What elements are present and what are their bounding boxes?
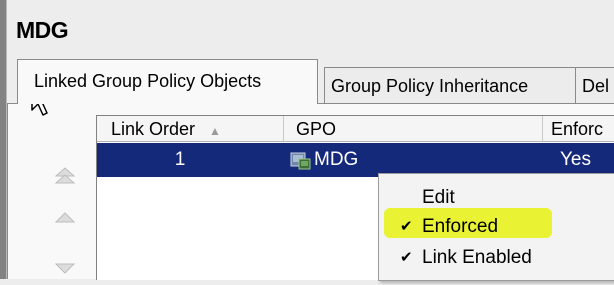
tab-label: Linked Group Policy Objects	[34, 71, 262, 91]
column-header-label: Enforc	[551, 119, 604, 139]
cell-link-order: 1	[174, 149, 186, 170]
menu-item-edit[interactable]: Edit	[422, 183, 455, 213]
column-header-enforced[interactable]: Enforc	[543, 116, 614, 142]
tab-group-policy-inheritance[interactable]: Group Policy Inheritance	[324, 67, 576, 103]
check-icon: ✔	[400, 218, 413, 235]
left-border-strip	[0, 0, 7, 279]
check-icon: ✔	[400, 249, 413, 266]
page-title: MDG	[16, 17, 69, 43]
sort-ascending-icon: ▲	[209, 124, 221, 138]
tab-delegation[interactable]: Del	[575, 67, 614, 103]
move-down-icon	[54, 263, 76, 274]
tab-label: Group Policy Inheritance	[331, 76, 529, 96]
cell-gpo-name: MDG	[314, 149, 359, 170]
menu-item-label: Link Enabled	[422, 247, 532, 268]
cell-enforced: Yes	[560, 149, 591, 170]
move-up-icon	[54, 212, 76, 223]
column-header-label: Link Order	[111, 119, 196, 139]
column-header-gpo[interactable]: GPO	[284, 116, 543, 142]
tab-label: Del	[582, 76, 610, 96]
column-header-link-order[interactable]: Link Order ▲	[97, 116, 284, 142]
tab-linked-group-policy-objects[interactable]: Linked Group Policy Objects	[17, 59, 318, 104]
menu-item-label: Enforced	[422, 216, 499, 237]
gpo-icon	[290, 150, 312, 170]
move-top-icon	[54, 167, 76, 184]
menu-item-label: Edit	[422, 187, 455, 208]
column-header-label: GPO	[296, 119, 337, 139]
move-down-button[interactable]	[52, 258, 78, 280]
menu-item-enforced[interactable]: ✔ Enforced	[400, 212, 499, 242]
move-up-button[interactable]	[52, 207, 78, 229]
menu-item-link-enabled[interactable]: ✔ Link Enabled	[400, 243, 532, 273]
move-top-button[interactable]	[52, 165, 78, 187]
